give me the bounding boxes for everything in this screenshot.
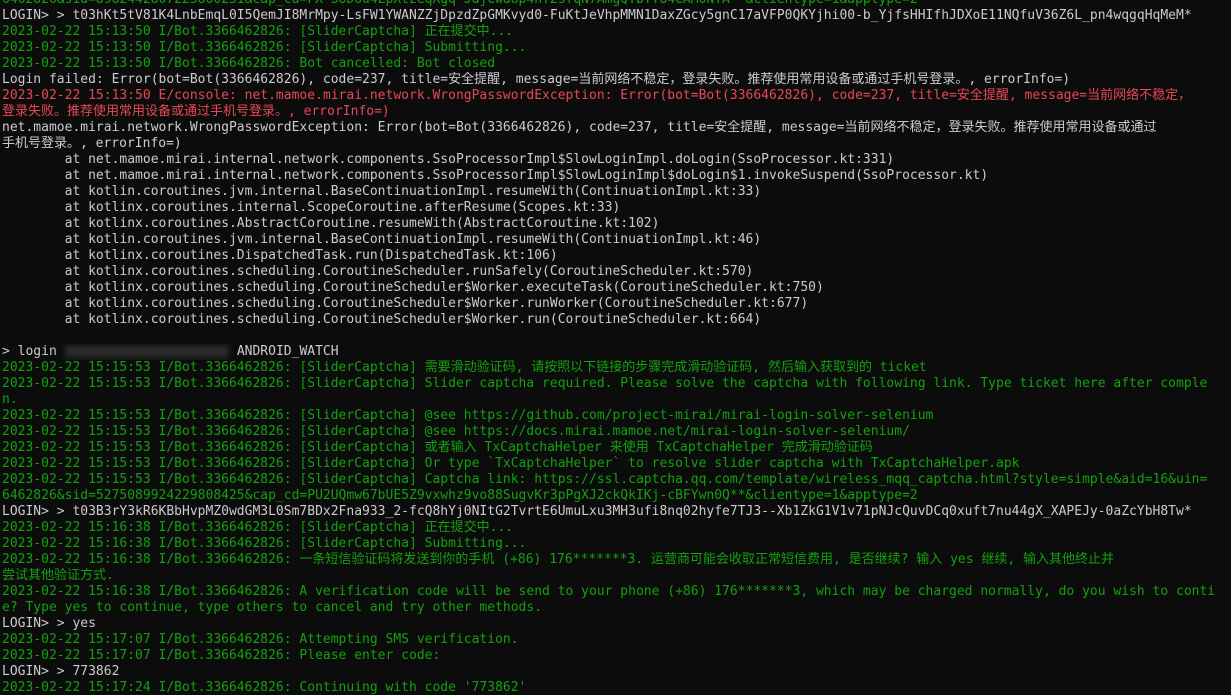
terminal-line-text: at kotlin.coroutines.jvm.internal.BaseCo… (2, 232, 762, 247)
terminal-line-text: n. (2, 392, 18, 407)
terminal-line-text: 2023-02-22 15:15:53 I/Bot.3366462826: [S… (2, 456, 1020, 471)
terminal-line-text: 手机号登录。, errorInfo=) (2, 136, 182, 151)
terminal-line: 2023-02-22 15:15:53 I/Bot.3366462826: [S… (2, 360, 1231, 376)
terminal-line: at kotlinx.coroutines.scheduling.Corouti… (2, 264, 1231, 280)
terminal-line-text: 2023-02-22 15:13:50 I/Bot.3366462826: Bo… (2, 56, 496, 71)
terminal-line-text: at kotlinx.coroutines.scheduling.Corouti… (2, 296, 809, 311)
terminal-output: 6462826&sid=8982442807225860231&cap_cd=F… (2, 0, 1231, 695)
terminal-line-text: 2023-02-22 15:16:38 I/Bot.3366462826: A … (2, 584, 1216, 599)
terminal-line: net.mamoe.mirai.network.WrongPasswordExc… (2, 120, 1231, 136)
terminal-line-text: LOGIN> > t03B3rY3kR6KBbHvpMZ0wdGM3L0Sm7B… (2, 504, 1192, 519)
terminal-line: 2023-02-22 15:15:53 I/Bot.3366462826: [S… (2, 408, 1231, 424)
terminal-line-text: net.mamoe.mirai.network.WrongPasswordExc… (2, 120, 1157, 135)
terminal-line: 2023-02-22 15:15:53 I/Bot.3366462826: [S… (2, 456, 1231, 472)
terminal-line-text: at kotlinx.coroutines.scheduling.Corouti… (2, 280, 824, 295)
terminal-line: LOGIN> > 773862 (2, 664, 1231, 680)
terminal-line: at net.mamoe.mirai.internal.network.comp… (2, 152, 1231, 168)
terminal-line: 手机号登录。, errorInfo=) (2, 136, 1231, 152)
terminal-line-text: 2023-02-22 15:13:50 I/Bot.3366462826: [S… (2, 24, 514, 39)
terminal-line: 2023-02-22 15:13:50 I/Bot.3366462826: Bo… (2, 56, 1231, 72)
terminal-line: > login xxxxxxxxxxxxxxxxxxxxx ANDROID_WA… (2, 344, 1231, 360)
terminal-line-text: 尝试其他验证方式. (2, 568, 114, 583)
terminal-line-text: at kotlinx.coroutines.scheduling.Corouti… (2, 264, 754, 279)
terminal-line: at net.mamoe.mirai.internal.network.comp… (2, 168, 1231, 184)
terminal-line-text: 2023-02-22 15:15:53 I/Bot.3366462826: [S… (2, 376, 1208, 391)
terminal-line-text: 2023-02-22 15:15:53 I/Bot.3366462826: [S… (2, 472, 1208, 487)
terminal-line: 6462826&sid=5275089924229808425&cap_cd=P… (2, 488, 1231, 504)
terminal-line-text: > login (2, 344, 65, 359)
terminal-line: at kotlinx.coroutines.scheduling.Corouti… (2, 312, 1231, 328)
terminal-line: Login failed: Error(bot=Bot(3366462826),… (2, 72, 1231, 88)
terminal-line-text: 2023-02-22 15:15:53 I/Bot.3366462826: [S… (2, 408, 934, 423)
terminal-line-text: 2023-02-22 15:16:38 I/Bot.3366462826: 一条… (2, 552, 1115, 567)
terminal-line: at kotlin.coroutines.jvm.internal.BaseCo… (2, 232, 1231, 248)
terminal-line-text: 2023-02-22 15:13:50 I/Bot.3366462826: [S… (2, 40, 527, 55)
terminal-line-text: LOGIN> > yes (2, 616, 96, 631)
terminal-line-text: e? Type yes to continue, type others to … (2, 600, 543, 615)
terminal-line: at kotlinx.coroutines.scheduling.Corouti… (2, 280, 1231, 296)
terminal-line-text: 2023-02-22 15:16:38 I/Bot.3366462826: [S… (2, 520, 514, 535)
terminal-line: 2023-02-22 15:15:53 I/Bot.3366462826: [S… (2, 472, 1231, 488)
terminal-line: LOGIN> > t03B3rY3kR6KBbHvpMZ0wdGM3L0Sm7B… (2, 504, 1231, 520)
terminal-line: 2023-02-22 15:15:53 I/Bot.3366462826: [S… (2, 440, 1231, 456)
terminal-line: 2023-02-22 15:16:38 I/Bot.3366462826: A … (2, 584, 1231, 600)
terminal-line-text: at net.mamoe.mirai.internal.network.comp… (2, 168, 989, 183)
terminal-line-text: at kotlinx.coroutines.DispatchedTask.run… (2, 248, 558, 263)
terminal-line-text: LOGIN> > 773862 (2, 664, 120, 679)
terminal-line-text: 2023-02-22 15:13:50 E/console: net.mamoe… (2, 88, 1192, 103)
terminal-line: 2023-02-22 15:13:50 I/Bot.3366462826: [S… (2, 40, 1231, 56)
terminal-line-text: at kotlin.coroutines.jvm.internal.BaseCo… (2, 184, 762, 199)
terminal-line: 2023-02-22 15:17:07 I/Bot.3366462826: At… (2, 632, 1231, 648)
terminal-line: at kotlinx.coroutines.DispatchedTask.run… (2, 248, 1231, 264)
terminal-line: n. (2, 392, 1231, 408)
terminal-line-text: at net.mamoe.mirai.internal.network.comp… (2, 152, 895, 167)
terminal-window[interactable]: 6462826&sid=8982442807225860231&cap_cd=F… (0, 0, 1231, 695)
terminal-line: 登录失败。推荐使用常用设备或通过手机号登录。, errorInfo=) (2, 104, 1231, 120)
terminal-line: at kotlin.coroutines.jvm.internal.BaseCo… (2, 184, 1231, 200)
terminal-line-text: Login failed: Error(bot=Bot(3366462826),… (2, 72, 1071, 87)
terminal-line-text: 2023-02-22 15:17:24 I/Bot.3366462826: Co… (2, 680, 527, 695)
terminal-line-text: 6462826&sid=5275089924229808425&cap_cd=P… (2, 488, 918, 503)
terminal-line: 2023-02-22 15:13:50 I/Bot.3366462826: [S… (2, 24, 1231, 40)
terminal-line-text: at kotlinx.coroutines.AbstractCoroutine.… (2, 216, 660, 231)
terminal-line: 2023-02-22 15:17:07 I/Bot.3366462826: Pl… (2, 648, 1231, 664)
terminal-line-text: 2023-02-22 15:15:53 I/Bot.3366462826: [S… (2, 424, 910, 439)
terminal-line-text: 2023-02-22 15:15:53 I/Bot.3366462826: [S… (2, 360, 927, 375)
terminal-line-text: 2023-02-22 15:16:38 I/Bot.3366462826: [S… (2, 536, 527, 551)
terminal-line-text: 2023-02-22 15:17:07 I/Bot.3366462826: Pl… (2, 648, 441, 663)
terminal-line-suffix: ANDROID_WATCH (229, 344, 339, 359)
terminal-line: LOGIN> > t03hKt5tV81K4LnbEmqL0I5QemJI8Mr… (2, 8, 1231, 24)
terminal-line: 2023-02-22 15:13:50 E/console: net.mamoe… (2, 88, 1231, 104)
terminal-line-text: 2023-02-22 15:17:07 I/Bot.3366462826: At… (2, 632, 519, 647)
terminal-line: 尝试其他验证方式. (2, 568, 1231, 584)
terminal-line: at kotlinx.coroutines.AbstractCoroutine.… (2, 216, 1231, 232)
terminal-line-text: LOGIN> > t03hKt5tV81K4LnbEmqL0I5QemJI8Mr… (2, 8, 1192, 23)
terminal-line: LOGIN> > yes (2, 616, 1231, 632)
terminal-line: 2023-02-22 15:16:38 I/Bot.3366462826: [S… (2, 520, 1231, 536)
terminal-line-text: 6462826&sid=8982442807225860231&cap_cd=F… (2, 0, 918, 7)
terminal-line: at kotlinx.coroutines.internal.ScopeCoro… (2, 200, 1231, 216)
terminal-line-text: 2023-02-22 15:15:53 I/Bot.3366462826: [S… (2, 440, 873, 455)
terminal-line-text: 登录失败。推荐使用常用设备或通过手机号登录。, errorInfo=) (2, 104, 390, 119)
terminal-line: 2023-02-22 15:15:53 I/Bot.3366462826: [S… (2, 376, 1231, 392)
redacted-account: xxxxxxxxxxxxxxxxxxxxx (64, 344, 229, 360)
terminal-line: 2023-02-22 15:16:38 I/Bot.3366462826: 一条… (2, 552, 1231, 568)
terminal-line: 2023-02-22 15:17:24 I/Bot.3366462826: Co… (2, 680, 1231, 695)
terminal-line-text: at kotlinx.coroutines.internal.ScopeCoro… (2, 200, 621, 215)
terminal-line: at kotlinx.coroutines.scheduling.Corouti… (2, 296, 1231, 312)
terminal-line: 2023-02-22 15:16:38 I/Bot.3366462826: [S… (2, 536, 1231, 552)
terminal-line: e? Type yes to continue, type others to … (2, 600, 1231, 616)
terminal-line-text: at kotlinx.coroutines.scheduling.Corouti… (2, 312, 762, 327)
terminal-line: 2023-02-22 15:15:53 I/Bot.3366462826: [S… (2, 424, 1231, 440)
terminal-line: 6462826&sid=8982442807225860231&cap_cd=F… (2, 0, 1231, 8)
